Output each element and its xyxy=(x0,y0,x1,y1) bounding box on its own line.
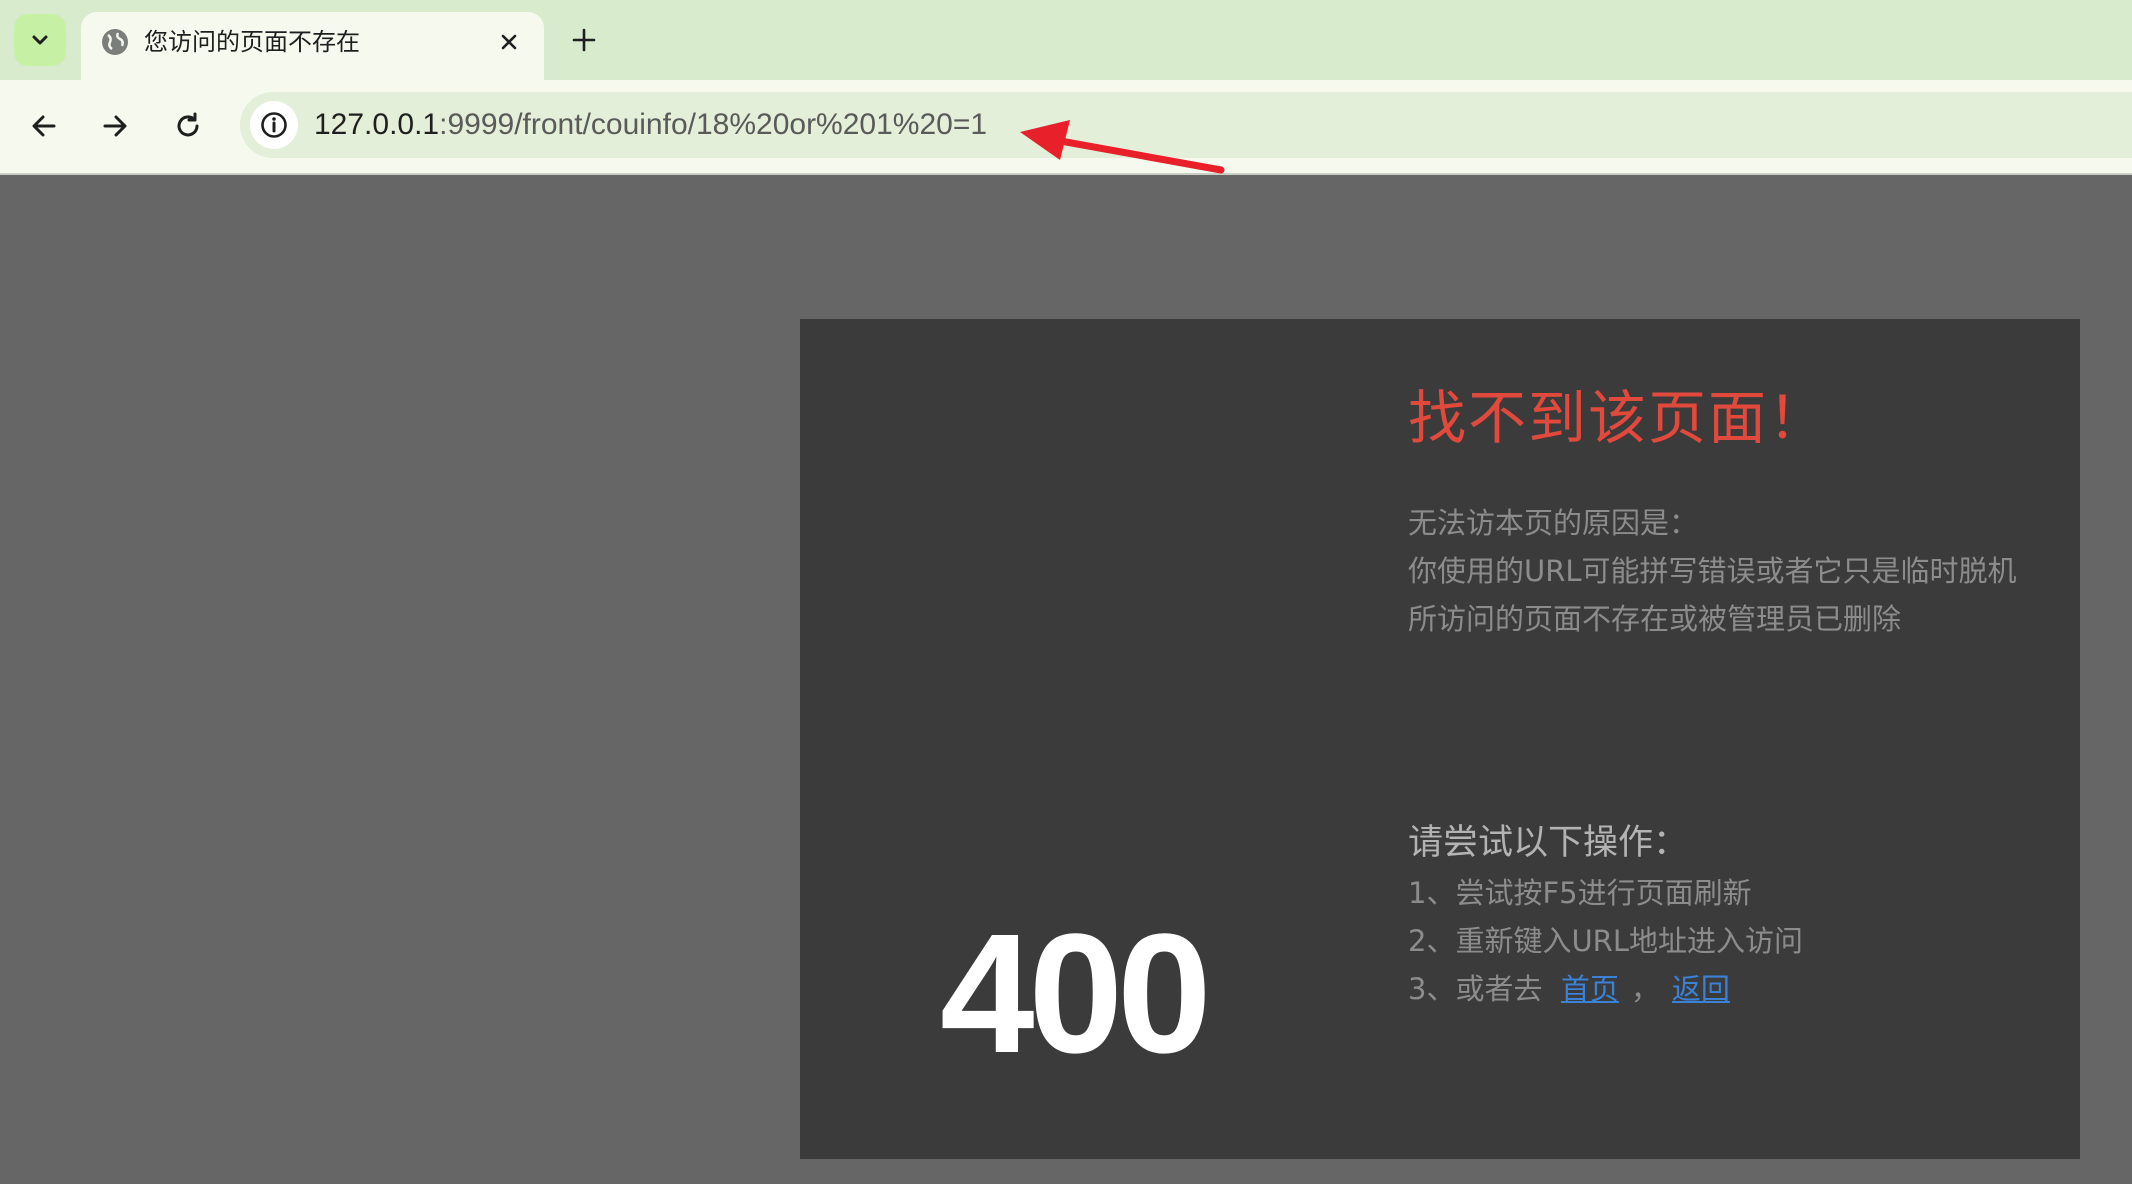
address-bar[interactable]: 127.0.0.1:9999/front/couinfo/18%20or%201… xyxy=(240,92,2132,158)
error-title: 找不到该页面！ xyxy=(1408,384,1829,452)
new-tab-button[interactable] xyxy=(564,20,604,60)
tab-search-button[interactable] xyxy=(14,14,66,66)
step-item: 3、或者去 首页 ， 返回 xyxy=(1408,965,1803,1013)
error-panel: 400 找不到该页面！ 无法访本页的原因是： 你使用的URL可能拼写错误或者它只… xyxy=(800,319,2080,1159)
page-viewport: 400 找不到该页面！ 无法访本页的原因是： 你使用的URL可能拼写错误或者它只… xyxy=(0,175,2132,1184)
step3-prefix: 3、或者去 xyxy=(1408,972,1543,1006)
arrow-right-icon xyxy=(103,115,127,137)
reason-line: 你使用的URL可能拼写错误或者它只是临时脱机 xyxy=(1408,554,2017,588)
forward-button[interactable] xyxy=(91,102,139,150)
error-code: 400 xyxy=(940,899,1212,1089)
arrow-left-icon xyxy=(32,115,56,137)
step-item: 2、重新键入URL地址进入访问 xyxy=(1408,924,1803,958)
back-button[interactable] xyxy=(20,102,68,150)
browser-toolbar: 127.0.0.1:9999/front/couinfo/18%20or%201… xyxy=(0,80,2132,173)
link-separator: ， xyxy=(1630,972,1660,1006)
chevron-down-icon xyxy=(32,35,48,45)
active-tab[interactable]: 您访问的页面不存在 xyxy=(81,12,544,80)
tab-strip: 您访问的页面不存在 xyxy=(0,0,2132,80)
close-icon xyxy=(501,34,517,50)
reload-icon xyxy=(177,112,199,137)
plus-icon xyxy=(572,28,596,52)
info-icon xyxy=(261,112,287,138)
reason-line: 无法访本页的原因是： xyxy=(1408,506,1699,540)
tab-close-button[interactable] xyxy=(493,26,525,58)
try-title: 请尝试以下操作： xyxy=(1408,823,1689,863)
site-info-button[interactable] xyxy=(250,101,298,149)
reload-button[interactable] xyxy=(164,102,212,150)
step-item: 1、尝试按F5进行页面刷新 xyxy=(1408,876,1752,910)
tab-title: 您访问的页面不存在 xyxy=(144,28,360,56)
back-link[interactable]: 返回 xyxy=(1672,972,1730,1006)
reason-list: 无法访本页的原因是： 你使用的URL可能拼写错误或者它只是临时脱机 所访问的页面… xyxy=(1408,499,2017,643)
url-text[interactable]: 127.0.0.1:9999/front/couinfo/18%20or%201… xyxy=(314,106,987,144)
globe-icon xyxy=(102,29,128,55)
steps-list: 1、尝试按F5进行页面刷新 2、重新键入URL地址进入访问 3、或者去 首页 ， 返… xyxy=(1408,869,1803,1013)
reason-line: 所访问的页面不存在或被管理员已删除 xyxy=(1408,602,1902,636)
url-host: 127.0.0.1 xyxy=(314,108,440,141)
url-path: :9999/front/couinfo/18%20or%201%20=1 xyxy=(439,108,988,141)
home-link[interactable]: 首页 xyxy=(1561,972,1619,1006)
